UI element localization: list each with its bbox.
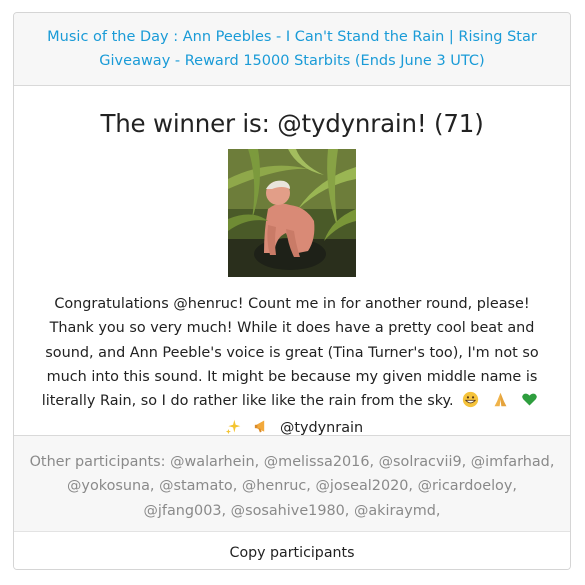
post-title-link[interactable]: Music of the Day : Ann Peebles - I Can't… (47, 29, 537, 69)
copy-participants-button[interactable]: Copy participants (224, 545, 361, 561)
grinning-face-icon (462, 391, 479, 416)
folded-hands-icon (492, 391, 509, 416)
winner-comment: Congratulations @henruc! Count me in for… (30, 292, 554, 444)
megaphone-icon (254, 418, 271, 443)
sparkles-icon (225, 418, 242, 443)
card-header: Music of the Day : Ann Peebles - I Can't… (14, 13, 570, 86)
winner-title: The winner is: @tydynrain! (71) (100, 109, 484, 138)
card-body: The winner is: @tydynrain! (71) Congratu… (14, 86, 570, 436)
comment-signature[interactable]: @tydynrain (280, 420, 363, 436)
green-heart-icon (521, 391, 538, 416)
winner-avatar (228, 149, 356, 277)
giveaway-card: Music of the Day : Ann Peebles - I Can't… (13, 12, 571, 570)
participants-panel: Other participants: @walarhein, @melissa… (14, 435, 570, 531)
copy-row: Copy participants (14, 531, 570, 569)
participants-list: Other participants: @walarhein, @melissa… (29, 454, 555, 519)
